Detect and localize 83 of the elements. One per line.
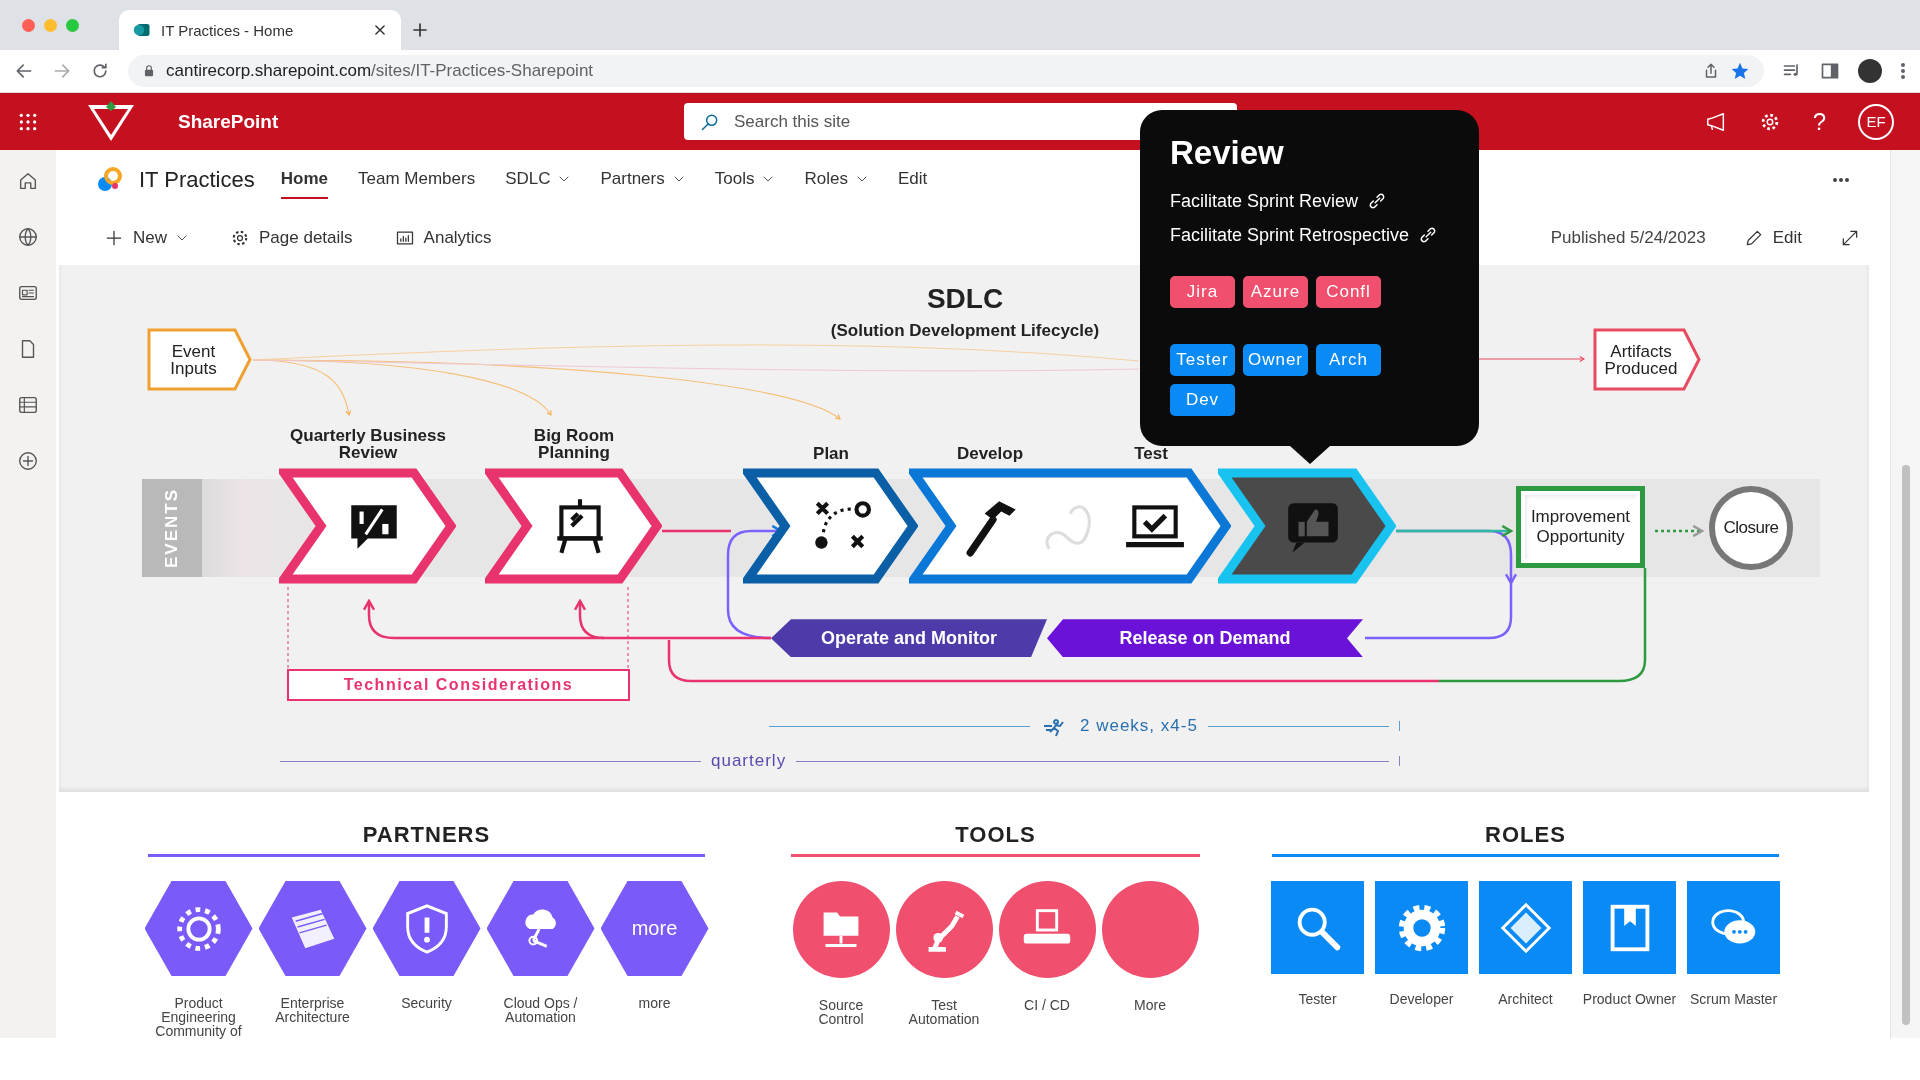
stage-label: Quarterly Business Review <box>289 427 447 462</box>
nav-link[interactable]: Roles <box>804 161 868 200</box>
scrollbar-thumb[interactable] <box>1901 465 1910 1025</box>
role-tile[interactable] <box>1687 881 1780 974</box>
nav-link[interactable]: Edit <box>897 161 928 200</box>
url-text: cantirecorp.sharepoint.com/sites/IT-Practices-Sharepoint <box>166 61 594 81</box>
profile-avatar[interactable] <box>1858 59 1882 83</box>
close-icon[interactable] <box>373 23 387 37</box>
nav-link[interactable]: Team Members <box>358 161 476 200</box>
star-icon[interactable] <box>1730 61 1750 81</box>
tile-label: More <box>1133 998 1167 1012</box>
connector-arrow <box>1655 525 1704 538</box>
site-icon <box>133 21 151 39</box>
nav-link[interactable]: Home <box>280 161 328 200</box>
tile-label: Tester <box>1298 992 1337 1006</box>
command-button[interactable]: Page details <box>226 223 357 252</box>
stage-label: Test <box>1133 445 1169 463</box>
list-icon[interactable] <box>17 394 39 416</box>
help-button[interactable]: ? <box>1812 107 1826 136</box>
back-icon[interactable] <box>14 61 34 81</box>
app-name: SharePoint <box>178 110 280 133</box>
role-tile[interactable] <box>1271 881 1364 974</box>
edit-button[interactable]: Edit <box>1739 223 1806 252</box>
tooltip-link[interactable]: Facilitate Sprint Retrospective <box>1170 224 1410 246</box>
partner-tile[interactable]: more <box>600 881 709 976</box>
nav-link[interactable]: Partners <box>600 161 685 200</box>
stage-label: Develop <box>955 445 1025 463</box>
role-tile[interactable] <box>1479 881 1572 974</box>
app-launcher-icon[interactable] <box>18 111 38 132</box>
command-button[interactable]: Analytics <box>390 223 496 252</box>
role-tag[interactable]: Owner <box>1243 344 1308 376</box>
tile-label: more <box>638 996 671 1010</box>
diagram-title: SDLC <box>926 283 1004 316</box>
tooltip-link[interactable]: Facilitate Sprint Review <box>1170 190 1359 212</box>
section-heading: TOOLS <box>955 822 1036 848</box>
home-icon[interactable] <box>17 170 39 192</box>
tile-label: Enterprise Architecture <box>274 996 351 1024</box>
published-date: Published 5/24/2023 <box>1550 227 1706 248</box>
stage-label: Plan <box>812 445 850 463</box>
tab-title: IT Practices - Home <box>161 21 295 39</box>
section-heading: PARTNERS <box>362 822 491 848</box>
tile-label: Source Control <box>817 998 865 1026</box>
diagram-subtitle: (Solution Development Lifecycle) <box>830 321 1100 342</box>
tile-label: Product Engineering Community of <box>154 996 243 1038</box>
tile-label: Scrum Master <box>1689 992 1778 1006</box>
globe-icon[interactable] <box>17 226 39 248</box>
reload-icon[interactable] <box>90 61 110 81</box>
search-field[interactable]: Search this site <box>732 110 1221 133</box>
phase-banner: Operate and Monitor <box>771 619 1047 658</box>
duration-label: 2 weeks, x4-5 <box>1080 716 1198 737</box>
plus-icon[interactable] <box>411 21 429 39</box>
tile-label: Security <box>401 996 452 1010</box>
role-tag[interactable]: Arch <box>1316 344 1381 376</box>
role-tag[interactable]: Tester <box>1170 344 1235 376</box>
band-label: EVENTS <box>162 488 182 569</box>
megaphone-icon[interactable] <box>1704 110 1727 133</box>
improvement-box: Improvement Opportunity <box>1516 486 1645 569</box>
tile-label: Developer <box>1389 992 1454 1006</box>
browser-tab[interactable]: IT Practices - Home <box>119 10 401 50</box>
nav-link[interactable]: Tools <box>714 161 775 200</box>
role-tile[interactable] <box>1583 881 1676 974</box>
add-icon[interactable] <box>17 450 39 472</box>
lock-icon <box>142 63 156 79</box>
stage-label: Big Room Planning <box>532 427 616 462</box>
tile-label: Product Owner <box>1582 992 1677 1006</box>
role-tag[interactable]: Dev <box>1170 384 1235 416</box>
note-label: Technical Considerations <box>287 669 630 702</box>
user-avatar[interactable]: EF <box>1858 103 1894 140</box>
address-bar[interactable]: cantirecorp.sharepoint.com/sites/IT-Practices-Sharepoint <box>128 55 1764 87</box>
duration-label: quarterly <box>711 751 787 772</box>
role-tile[interactable] <box>1375 881 1468 974</box>
command-button[interactable]: New <box>100 223 192 252</box>
phase-banner: Release on Demand <box>1047 619 1363 658</box>
section-heading: ROLES <box>1485 822 1566 848</box>
site-title[interactable]: IT Practices <box>139 167 255 194</box>
tile-label: CI / CD <box>1023 998 1071 1012</box>
more-icon[interactable] <box>1900 61 1906 81</box>
tile-label: Cloud Ops / Automation <box>502 996 579 1024</box>
tile-label: Architect <box>1498 992 1553 1006</box>
nav-link[interactable]: SDLC <box>505 161 571 200</box>
tile-label: Test Automation <box>907 998 981 1026</box>
sidebar-icon[interactable] <box>1820 61 1840 81</box>
more-icon[interactable] <box>1832 177 1850 184</box>
